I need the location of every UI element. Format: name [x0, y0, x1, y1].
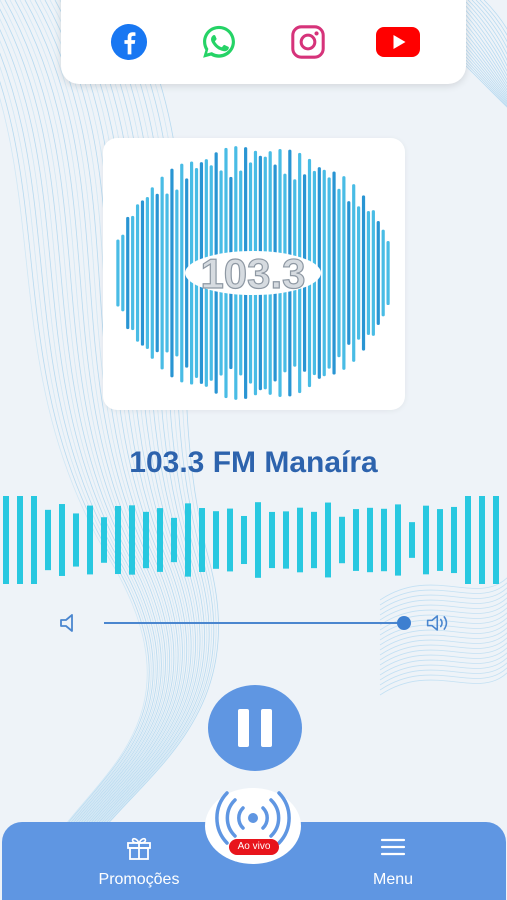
- visualizer-bar: [143, 511, 149, 569]
- visualizer-bar: [311, 511, 317, 569]
- visualizer-bar: [255, 502, 261, 578]
- social-links-row: [61, 20, 466, 64]
- visualizer-bar: [227, 508, 233, 572]
- visualizer-bar: [241, 515, 247, 565]
- visualizer-bar: [59, 504, 65, 576]
- logo-frequency-text: 103.3: [200, 250, 305, 297]
- visualizer-bar: [409, 522, 415, 558]
- live-button[interactable]: Ao vivo: [205, 788, 301, 864]
- station-logo: 103.3: [116, 146, 390, 400]
- volume-control: [57, 606, 457, 640]
- visualizer-bar: [129, 505, 135, 575]
- visualizer-bar: [353, 509, 359, 571]
- visualizer-bar: [325, 502, 331, 578]
- instagram-button[interactable]: [286, 20, 330, 64]
- visualizer-bar: [367, 507, 373, 573]
- volume-high-icon[interactable]: [425, 611, 453, 635]
- visualizer-bar: [381, 508, 387, 572]
- visualizer-bar: [101, 517, 107, 563]
- visualizer-bar: [199, 508, 205, 572]
- visualizer-bar: [465, 496, 471, 584]
- visualizer-bar: [297, 507, 303, 573]
- live-badge: Ao vivo: [229, 839, 279, 855]
- visualizer-bar: [31, 496, 37, 584]
- youtube-button[interactable]: [376, 20, 421, 64]
- pause-button[interactable]: [208, 685, 302, 771]
- visualizer-bar: [17, 496, 23, 584]
- visualizer-bar: [73, 513, 79, 567]
- facebook-button[interactable]: [107, 20, 151, 64]
- visualizer-bar: [493, 496, 499, 584]
- youtube-icon: [376, 27, 421, 57]
- visualizer-bar: [479, 496, 485, 584]
- nav-menu[interactable]: Menu: [333, 832, 453, 896]
- visualizer-bar: [423, 505, 429, 575]
- station-logo-card: 103.3: [103, 138, 405, 410]
- visualizer-bar: [269, 511, 275, 569]
- gift-icon: [127, 837, 151, 860]
- visualizer-bar: [339, 516, 345, 564]
- visualizer-bar: [451, 506, 457, 574]
- nav-promocoes[interactable]: Promoções: [79, 832, 199, 896]
- visualizer-bar: [213, 511, 219, 569]
- instagram-icon: [291, 25, 326, 59]
- visualizer-bar: [115, 505, 121, 575]
- nav-promocoes-label: Promoções: [98, 871, 180, 888]
- visualizer-bar: [437, 509, 443, 571]
- visualizer-bar: [283, 511, 289, 569]
- whatsapp-button[interactable]: [197, 20, 241, 64]
- visualizer-bar: [395, 504, 401, 576]
- visualizer-bar: [45, 509, 51, 571]
- menu-icon: [380, 838, 406, 856]
- visualizer-bar: [185, 503, 191, 577]
- visualizer-bar: [3, 496, 9, 584]
- audio-visualizer: [3, 496, 499, 584]
- volume-low-icon[interactable]: [57, 611, 85, 635]
- whatsapp-icon: [202, 25, 235, 58]
- pause-icon: [238, 709, 272, 747]
- volume-slider-thumb[interactable]: [397, 616, 411, 630]
- visualizer-bar: [171, 517, 177, 563]
- facebook-icon: [110, 23, 147, 61]
- social-links-card: [61, 0, 466, 84]
- visualizer-bar: [87, 505, 93, 575]
- station-name: 103.3 FM Manaíra: [129, 446, 378, 479]
- volume-slider-track[interactable]: [104, 622, 404, 624]
- visualizer-bar: [157, 508, 163, 572]
- nav-menu-label: Menu: [372, 871, 414, 888]
